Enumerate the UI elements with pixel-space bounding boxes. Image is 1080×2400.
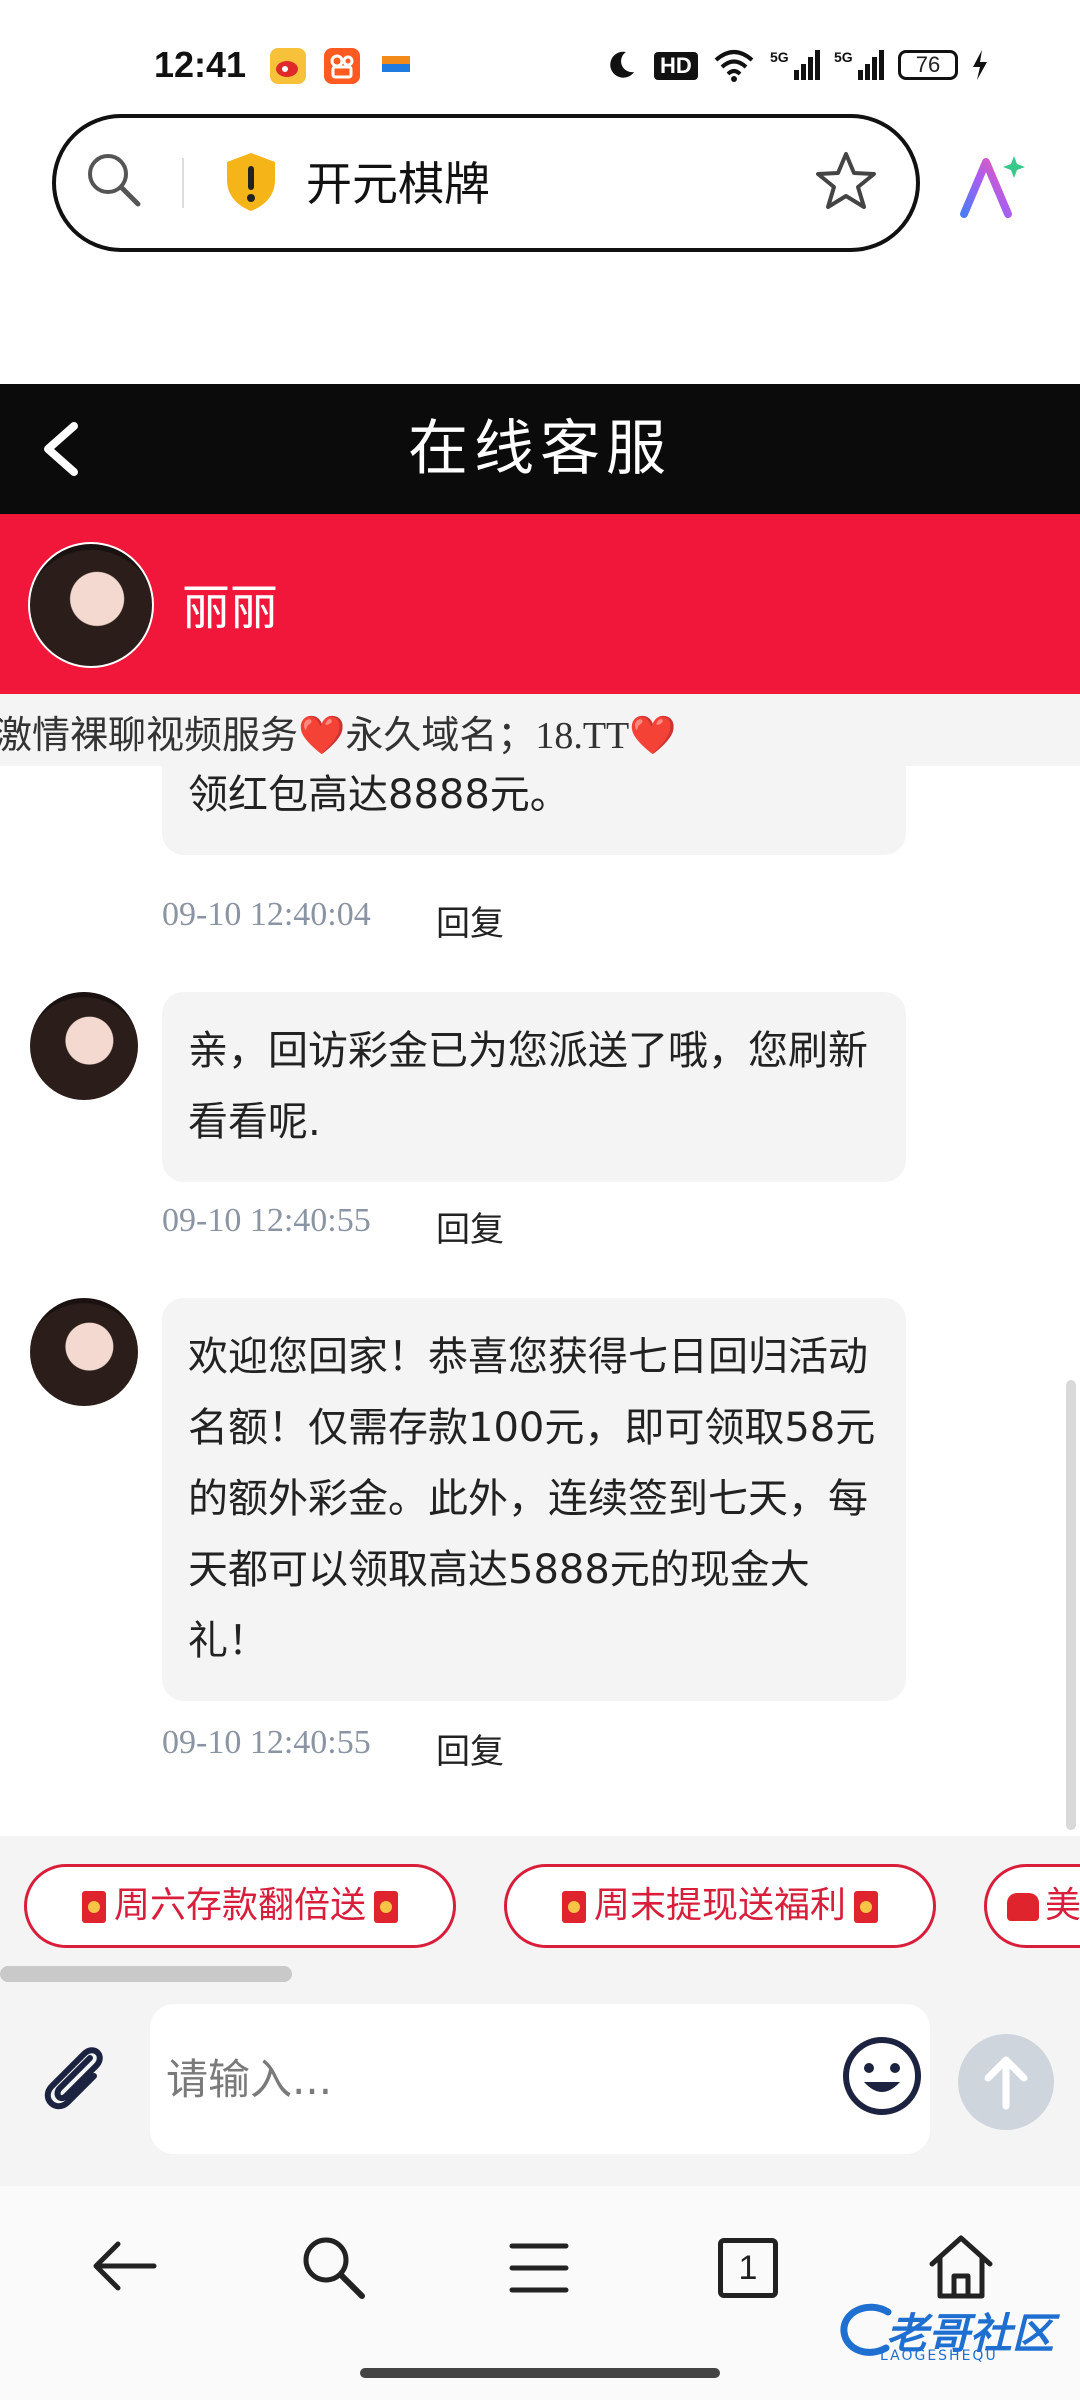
reply-link[interactable]: 回复 xyxy=(436,1202,504,1251)
search-nav-icon[interactable] xyxy=(298,2232,368,2306)
search-icon[interactable] xyxy=(82,148,146,216)
status-time: 12:41 xyxy=(154,44,247,85)
moon-icon xyxy=(604,48,638,82)
quick-reply-label: 周六存款翻倍送 xyxy=(113,1885,366,1926)
signal-5g-icon-2: 5G xyxy=(834,48,886,82)
reply-link[interactable]: 回复 xyxy=(436,1724,504,1773)
divider xyxy=(182,158,184,208)
message-text: 领红包高达8888元。 xyxy=(188,772,570,818)
quick-reply-scrollbar[interactable] xyxy=(0,1966,292,1982)
emoji-icon[interactable] xyxy=(840,2034,924,2122)
ai-assistant-icon[interactable] xyxy=(956,150,1028,222)
quick-reply-chip[interactable]: 周六存款翻倍送 xyxy=(24,1864,456,1948)
security-warning-icon[interactable] xyxy=(222,150,280,218)
agent-bar xyxy=(0,514,1080,694)
message-bubble: 领红包高达8888元。 xyxy=(162,766,906,855)
page-title: 在线客服 xyxy=(408,415,672,482)
message-text: 欢迎您回家！恭喜您获得七日回归活动名额！仅需存款100元，即可领取58元的额外彩… xyxy=(188,1334,876,1664)
message-bubble: 欢迎您回家！恭喜您获得七日回归活动名额！仅需存款100元，即可领取58元的额外彩… xyxy=(162,1298,906,1701)
quick-reply-chip[interactable]: 美 xyxy=(984,1864,1080,1948)
signal-5g-icon: 5G xyxy=(770,48,822,82)
kuaishou-icon xyxy=(324,48,360,84)
quick-reply-label: 美 xyxy=(1045,1885,1080,1926)
address-bar[interactable]: 开元棋牌 xyxy=(52,114,920,252)
message-time: 09-10 12:40:55 xyxy=(162,1202,371,1239)
announcement-text: 激情裸聊视频服务❤️永久域名；18.TT❤️ xyxy=(0,715,677,757)
red-envelope-icon xyxy=(374,1891,398,1923)
wallet-app-icon xyxy=(378,48,414,84)
home-icon[interactable] xyxy=(926,2232,996,2306)
tabs-icon[interactable]: 1 xyxy=(718,2238,778,2298)
send-button[interactable] xyxy=(958,2034,1054,2130)
message-input-placeholder: 请输入... xyxy=(166,2055,333,2104)
quick-reply-chip[interactable]: 周末提现送福利 xyxy=(504,1864,936,1948)
weibo-icon xyxy=(270,48,306,84)
chat-area[interactable]: 领红包高达8888元。 09-10 12:40:04 回复 亲，回访彩金已为您派… xyxy=(0,766,1080,1836)
reply-link[interactable]: 回复 xyxy=(436,896,504,945)
red-envelope-icon xyxy=(561,1891,586,1923)
agent-avatar[interactable] xyxy=(30,992,138,1100)
svg-text:5G: 5G xyxy=(834,49,853,65)
announcement-marquee: 激情裸聊视频服务❤️永久域名；18.TT❤️ xyxy=(0,694,1080,766)
star-icon[interactable] xyxy=(812,148,880,220)
battery-icon: 76 xyxy=(898,50,958,80)
chat-scrollbar[interactable] xyxy=(1066,1380,1076,1830)
menu-icon[interactable] xyxy=(506,2240,572,2300)
charging-icon xyxy=(970,48,990,86)
agent-name: 丽丽 xyxy=(182,580,279,636)
bikini-icon xyxy=(1007,1893,1039,1921)
tab-count: 1 xyxy=(738,2249,758,2287)
message-time: 09-10 12:40:55 xyxy=(162,1724,371,1761)
message-text: 亲，回访彩金已为您派送了哦，您刷新看看呢. xyxy=(188,1028,868,1145)
battery-level: 76 xyxy=(915,52,941,77)
hd-icon: HD xyxy=(654,52,698,80)
svg-text:5G: 5G xyxy=(770,49,789,65)
agent-avatar[interactable] xyxy=(30,1298,138,1406)
back-arrow-icon[interactable] xyxy=(88,2236,160,2300)
red-envelope-icon xyxy=(81,1891,106,1923)
quick-reply-label: 周末提现送福利 xyxy=(593,1885,846,1926)
message-bubble: 亲，回访彩金已为您派送了哦，您刷新看看呢. xyxy=(162,992,906,1182)
wifi-icon xyxy=(712,48,756,82)
watermark-subtext: LAOGESHEQU xyxy=(880,2348,998,2364)
message-time: 09-10 12:40:04 xyxy=(162,896,371,933)
url-text[interactable]: 开元棋牌 xyxy=(306,148,490,214)
agent-avatar[interactable] xyxy=(28,542,154,668)
attachment-icon[interactable] xyxy=(34,2036,116,2122)
quick-reply-bar[interactable]: 周六存款翻倍送 周末提现送福利 美 xyxy=(0,1836,1080,1966)
red-envelope-icon xyxy=(854,1891,878,1923)
home-indicator[interactable] xyxy=(360,2368,720,2378)
